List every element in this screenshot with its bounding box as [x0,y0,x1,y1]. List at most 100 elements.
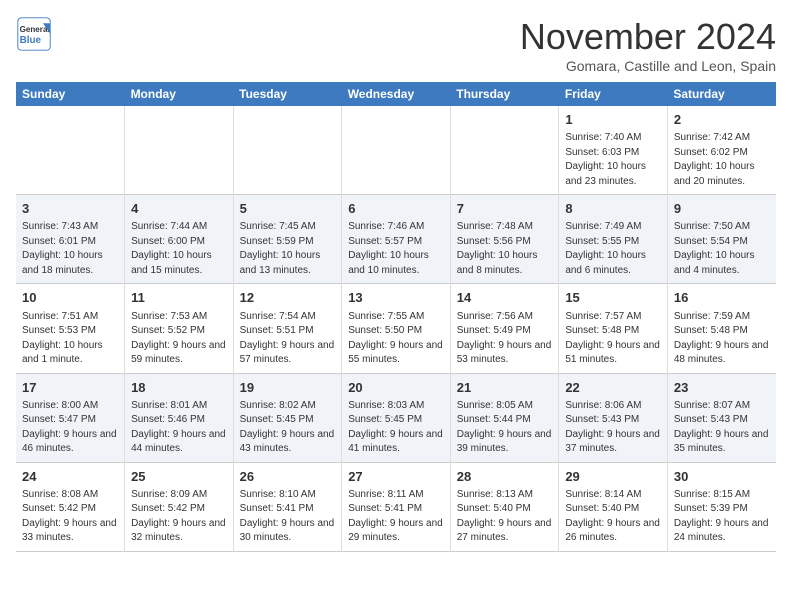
day-number: 6 [348,200,444,218]
day-info: Sunrise: 7:42 AM Sunset: 6:02 PM Dayligh… [674,131,770,189]
day-cell: 18 Sunrise: 8:01 AM Sunset: 5:46 PM Dayli… [125,373,234,462]
weekday-header-row: SundayMondayTuesdayWednesdayThursdayFrid… [16,82,776,106]
day-number: 13 [348,289,444,307]
day-info: Sunrise: 8:08 AM Sunset: 5:42 PM Dayligh… [22,488,118,546]
day-number: 11 [131,289,227,307]
day-info: Sunrise: 7:44 AM Sunset: 6:00 PM Dayligh… [131,220,227,278]
day-info: Sunrise: 8:11 AM Sunset: 5:41 PM Dayligh… [348,488,444,546]
day-cell: 4 Sunrise: 7:44 AM Sunset: 6:00 PM Daylig… [125,195,234,284]
day-cell: 5 Sunrise: 7:45 AM Sunset: 5:59 PM Daylig… [233,195,342,284]
day-number: 22 [565,379,661,397]
day-number: 30 [674,468,770,486]
weekday-header-tuesday: Tuesday [233,82,342,106]
day-cell: 15 Sunrise: 7:57 AM Sunset: 5:48 PM Dayli… [559,284,668,373]
day-info: Sunrise: 8:05 AM Sunset: 5:44 PM Dayligh… [457,399,553,457]
day-info: Sunrise: 7:59 AM Sunset: 5:48 PM Dayligh… [674,310,770,368]
day-number: 20 [348,379,444,397]
day-cell: 20 Sunrise: 8:03 AM Sunset: 5:45 PM Dayli… [342,373,451,462]
title-block: November 2024 Gomara, Castille and Leon,… [520,16,776,74]
day-info: Sunrise: 7:50 AM Sunset: 5:54 PM Dayligh… [674,220,770,278]
day-number: 5 [240,200,336,218]
day-cell: 30 Sunrise: 8:15 AM Sunset: 5:39 PM Dayli… [667,462,776,551]
weekday-header-wednesday: Wednesday [342,82,451,106]
day-info: Sunrise: 8:09 AM Sunset: 5:42 PM Dayligh… [131,488,227,546]
day-cell: 3Sunrise: 7:43 AM Sunset: 6:01 PM Daylig… [16,195,125,284]
day-cell: 28 Sunrise: 8:13 AM Sunset: 5:40 PM Dayli… [450,462,559,551]
day-cell [16,106,125,195]
day-cell [233,106,342,195]
svg-text:General: General [20,25,50,34]
day-info: Sunrise: 7:46 AM Sunset: 5:57 PM Dayligh… [348,220,444,278]
day-cell [342,106,451,195]
day-cell: 10Sunrise: 7:51 AM Sunset: 5:53 PM Dayli… [16,284,125,373]
day-cell: 29 Sunrise: 8:14 AM Sunset: 5:40 PM Dayli… [559,462,668,551]
day-number: 12 [240,289,336,307]
week-row-5: 24Sunrise: 8:08 AM Sunset: 5:42 PM Dayli… [16,462,776,551]
location-subtitle: Gomara, Castille and Leon, Spain [520,58,776,74]
day-number: 25 [131,468,227,486]
day-cell: 11 Sunrise: 7:53 AM Sunset: 5:52 PM Dayli… [125,284,234,373]
day-info: Sunrise: 7:57 AM Sunset: 5:48 PM Dayligh… [565,310,661,368]
day-cell: 7Sunrise: 7:48 AM Sunset: 5:56 PM Daylig… [450,195,559,284]
weekday-header-sunday: Sunday [16,82,125,106]
day-cell: 21Sunrise: 8:05 AM Sunset: 5:44 PM Dayli… [450,373,559,462]
calendar-table: SundayMondayTuesdayWednesdayThursdayFrid… [16,82,776,552]
day-info: Sunrise: 7:53 AM Sunset: 5:52 PM Dayligh… [131,310,227,368]
week-row-4: 17 Sunrise: 8:00 AM Sunset: 5:47 PM Dayli… [16,373,776,462]
day-cell: 17 Sunrise: 8:00 AM Sunset: 5:47 PM Dayli… [16,373,125,462]
day-cell: 14 Sunrise: 7:56 AM Sunset: 5:49 PM Dayli… [450,284,559,373]
day-cell: 13 Sunrise: 7:55 AM Sunset: 5:50 PM Dayli… [342,284,451,373]
day-cell: 2 Sunrise: 7:42 AM Sunset: 6:02 PM Daylig… [667,106,776,195]
day-info: Sunrise: 8:14 AM Sunset: 5:40 PM Dayligh… [565,488,661,546]
day-cell: 9 Sunrise: 7:50 AM Sunset: 5:54 PM Daylig… [667,195,776,284]
day-number: 19 [240,379,336,397]
day-number: 4 [131,200,227,218]
day-info: Sunrise: 8:15 AM Sunset: 5:39 PM Dayligh… [674,488,770,546]
day-info: Sunrise: 7:48 AM Sunset: 5:56 PM Dayligh… [457,220,553,278]
day-info: Sunrise: 8:07 AM Sunset: 5:43 PM Dayligh… [674,399,770,457]
day-info: Sunrise: 8:02 AM Sunset: 5:45 PM Dayligh… [240,399,336,457]
week-row-3: 10Sunrise: 7:51 AM Sunset: 5:53 PM Dayli… [16,284,776,373]
logo: General Blue [16,16,52,52]
day-number: 28 [457,468,553,486]
day-info: Sunrise: 8:13 AM Sunset: 5:40 PM Dayligh… [457,488,553,546]
day-number: 10 [22,289,118,307]
day-cell: 16Sunrise: 7:59 AM Sunset: 5:48 PM Dayli… [667,284,776,373]
day-info: Sunrise: 8:00 AM Sunset: 5:47 PM Dayligh… [22,399,118,457]
day-number: 15 [565,289,661,307]
day-number: 29 [565,468,661,486]
day-info: Sunrise: 7:56 AM Sunset: 5:49 PM Dayligh… [457,310,553,368]
day-info: Sunrise: 7:49 AM Sunset: 5:55 PM Dayligh… [565,220,661,278]
day-info: Sunrise: 8:06 AM Sunset: 5:43 PM Dayligh… [565,399,661,457]
day-cell: 22 Sunrise: 8:06 AM Sunset: 5:43 PM Dayli… [559,373,668,462]
day-info: Sunrise: 7:54 AM Sunset: 5:51 PM Dayligh… [240,310,336,368]
weekday-header-monday: Monday [125,82,234,106]
week-row-1: 1Sunrise: 7:40 AM Sunset: 6:03 PM Daylig… [16,106,776,195]
day-cell [450,106,559,195]
day-cell [125,106,234,195]
day-info: Sunrise: 8:03 AM Sunset: 5:45 PM Dayligh… [348,399,444,457]
day-number: 2 [674,111,770,129]
day-number: 17 [22,379,118,397]
day-number: 26 [240,468,336,486]
day-info: Sunrise: 7:45 AM Sunset: 5:59 PM Dayligh… [240,220,336,278]
weekday-header-thursday: Thursday [450,82,559,106]
day-cell: 8Sunrise: 7:49 AM Sunset: 5:55 PM Daylig… [559,195,668,284]
day-cell: 19 Sunrise: 8:02 AM Sunset: 5:45 PM Dayli… [233,373,342,462]
day-number: 23 [674,379,770,397]
day-number: 14 [457,289,553,307]
day-cell: 23 Sunrise: 8:07 AM Sunset: 5:43 PM Dayli… [667,373,776,462]
day-number: 27 [348,468,444,486]
weekday-header-friday: Friday [559,82,668,106]
week-row-2: 3Sunrise: 7:43 AM Sunset: 6:01 PM Daylig… [16,195,776,284]
day-number: 18 [131,379,227,397]
day-number: 9 [674,200,770,218]
svg-text:Blue: Blue [20,35,42,46]
day-cell: 24Sunrise: 8:08 AM Sunset: 5:42 PM Dayli… [16,462,125,551]
day-cell: 25 Sunrise: 8:09 AM Sunset: 5:42 PM Dayli… [125,462,234,551]
logo-icon: General Blue [16,16,52,52]
day-info: Sunrise: 7:43 AM Sunset: 6:01 PM Dayligh… [22,220,118,278]
day-number: 1 [565,111,661,129]
day-info: Sunrise: 8:01 AM Sunset: 5:46 PM Dayligh… [131,399,227,457]
day-info: Sunrise: 7:55 AM Sunset: 5:50 PM Dayligh… [348,310,444,368]
